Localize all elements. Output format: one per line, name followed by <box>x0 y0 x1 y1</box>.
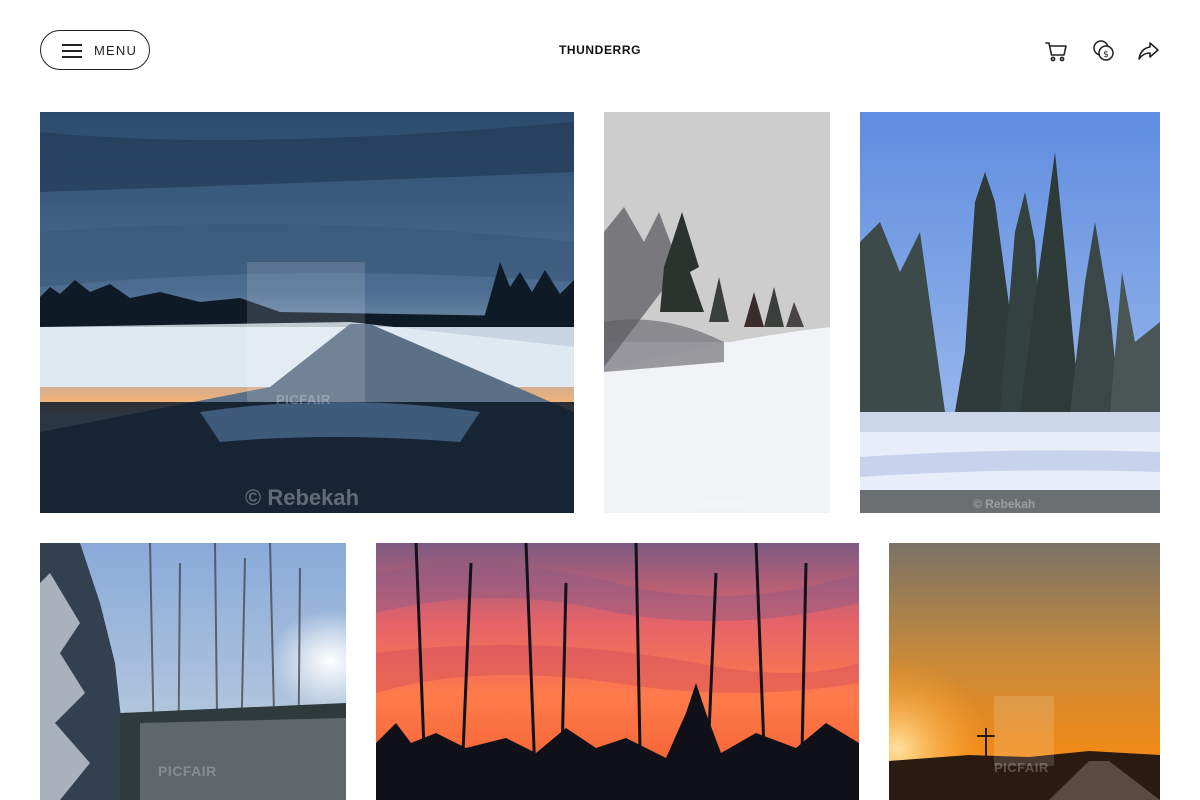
photo-dusk-highway[interactable]: PICFAIR © Rebekah <box>40 112 574 513</box>
watermark-text: © Rebekah <box>973 497 1036 511</box>
picfair-watermark: PICFAIR <box>158 763 217 779</box>
photo-snowy-field-path[interactable]: © Rebekah <box>604 112 830 513</box>
picfair-watermark: PICFAIR <box>276 392 331 407</box>
site-header: MENU THUNDERRG $ <box>0 0 1200 100</box>
currency-exchange-icon[interactable]: $ <box>1091 38 1117 64</box>
photo-winter-sun-forest[interactable]: PICFAIR <box>40 543 346 800</box>
photo-orange-sunset-road[interactable]: PICFAIR <box>889 543 1160 800</box>
picfair-logo <box>994 696 1054 766</box>
photo-red-sunset-trees[interactable] <box>376 543 859 800</box>
cart-icon[interactable] <box>1043 38 1069 64</box>
photo-snowy-spruce-trees[interactable]: © Rebekah <box>860 112 1160 513</box>
brand-name[interactable]: THUNDERRG <box>0 43 1200 57</box>
picfair-logo <box>247 262 365 402</box>
picfair-watermark: PICFAIR <box>994 760 1049 775</box>
watermark-text: © Rebekah <box>245 485 360 510</box>
watermark-text: © Rebekah <box>691 500 743 511</box>
svg-text:$: $ <box>1103 50 1109 60</box>
share-icon[interactable] <box>1136 38 1162 64</box>
